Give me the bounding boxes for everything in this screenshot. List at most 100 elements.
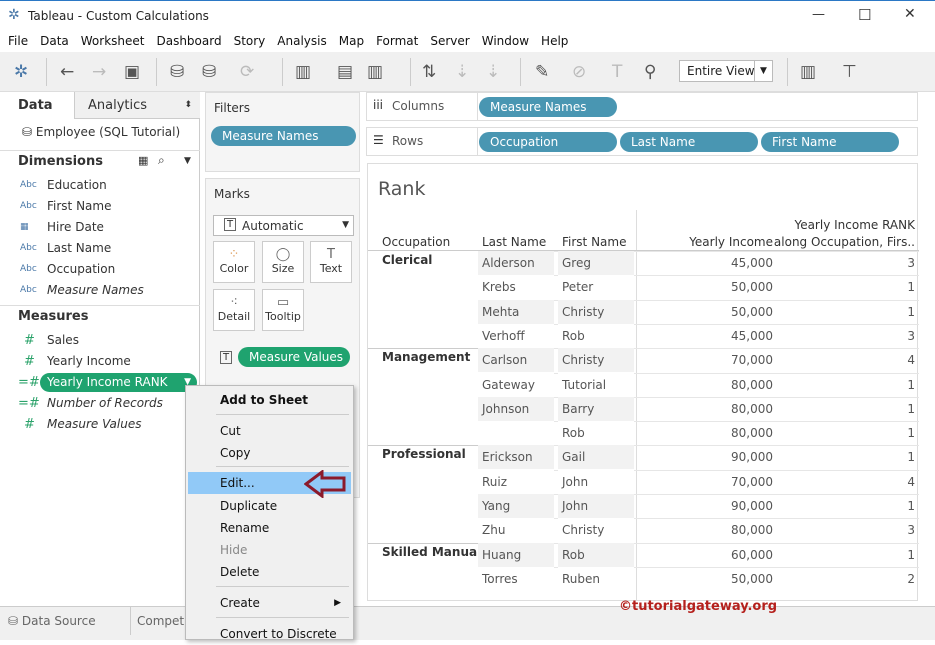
menu-map[interactable]: Map xyxy=(339,34,364,48)
color-button[interactable]: ⁘ Color xyxy=(213,241,255,283)
sheet-title: Rank xyxy=(378,178,426,200)
duplicate-sheet-icon[interactable]: ▤ xyxy=(337,62,353,82)
view-cards-icon[interactable]: ▦ xyxy=(138,154,148,167)
menu-worksheet[interactable]: Worksheet xyxy=(81,34,145,48)
string-type-icon: Abc xyxy=(20,243,37,253)
menu-window[interactable]: Window xyxy=(482,34,529,48)
mark-type-dropdown[interactable]: T Automatic ▼ xyxy=(213,215,354,236)
new-datasource-icon[interactable]: ⛁ xyxy=(170,62,184,82)
data-source-tab[interactable]: ⛁ Data Source xyxy=(0,607,131,635)
group-icon[interactable]: ⊘ xyxy=(572,62,586,82)
datasource-name: Employee (SQL Tutorial) xyxy=(35,125,181,139)
measure-item[interactable]: # Yearly Income xyxy=(0,351,200,372)
minimize-button[interactable]: — xyxy=(812,7,825,22)
maximize-button[interactable]: ☐ xyxy=(858,6,871,24)
string-type-icon: Abc xyxy=(20,201,37,211)
menu-data[interactable]: Data xyxy=(40,34,69,48)
tooltip-label: Tooltip xyxy=(265,310,301,323)
size-button[interactable]: ◯ Size xyxy=(262,241,304,283)
last-name-cell: Huang xyxy=(478,542,554,567)
rank-cell: 3 xyxy=(907,328,915,343)
datasource-item[interactable]: ⛁ Employee (SQL Tutorial) xyxy=(22,125,180,139)
dimension-item[interactable]: Abc Last Name xyxy=(0,238,200,259)
tableau-home-icon[interactable]: ✲ xyxy=(14,62,28,82)
new-worksheet-icon[interactable]: ▥ xyxy=(295,62,311,82)
menu-bar: File Data Worksheet Dashboard Story Analysis M… xyxy=(0,31,935,52)
refresh-icon[interactable]: ⟳ xyxy=(240,62,254,82)
menu-item-convert-to-discrete[interactable]: Convert to Discrete xyxy=(188,623,351,645)
database-icon: ⛁ xyxy=(8,614,19,628)
tooltip-button[interactable]: ▭ Tooltip xyxy=(262,289,304,331)
measure-item[interactable]: =# Number of Records xyxy=(0,393,200,414)
close-button[interactable]: ✕ xyxy=(904,6,916,22)
highlight-icon[interactable]: ✎ xyxy=(535,62,549,82)
yearly-income-cell: 90,000 xyxy=(731,499,773,513)
menu-story[interactable]: Story xyxy=(234,34,266,48)
measure-item[interactable]: # Measure Values xyxy=(0,414,200,435)
measure-item[interactable]: # Sales xyxy=(0,330,200,351)
selected-field-pill[interactable]: Yearly Income RANK ▼ xyxy=(40,373,197,392)
string-type-icon: Abc xyxy=(20,264,37,274)
pause-updates-icon[interactable]: ⛁ xyxy=(202,62,216,82)
clear-sheet-icon[interactable]: ▥ xyxy=(367,62,383,82)
menu-item-rename[interactable]: Rename xyxy=(188,517,351,539)
last-name-cell: Krebs xyxy=(478,275,554,300)
dimension-item[interactable]: Abc Education xyxy=(0,175,200,196)
fit-dropdown[interactable]: Entire View ▼ xyxy=(679,60,773,82)
sort-ascending-icon[interactable]: ⇣ xyxy=(455,62,469,82)
tab-analytics[interactable]: Analytics ⬍ xyxy=(74,92,200,119)
sheet-tab[interactable]: Competi xyxy=(137,614,187,628)
menu-item-add-to-sheet[interactable]: Add to Sheet xyxy=(188,389,351,411)
show-me-icon[interactable]: ▥ xyxy=(800,62,816,82)
sort-descending-icon[interactable]: ⇣ xyxy=(486,62,500,82)
menu-format[interactable]: Format xyxy=(376,34,418,48)
labels-icon[interactable]: T xyxy=(612,62,622,82)
tab-data[interactable]: Data xyxy=(0,92,74,119)
dimension-label: Last Name xyxy=(47,241,112,255)
menu-separator xyxy=(216,617,349,618)
rank-cell: 4 xyxy=(907,353,915,368)
save-icon[interactable]: ▣ xyxy=(124,62,140,82)
columns-pill[interactable]: Measure Names xyxy=(479,97,617,117)
submenu-arrow-icon: ▶ xyxy=(334,598,341,608)
search-icon[interactable]: ⌕ xyxy=(158,153,165,168)
menu-server[interactable]: Server xyxy=(430,34,469,48)
rank-cell: 1 xyxy=(907,304,915,319)
rows-pill-first-name[interactable]: First Name xyxy=(761,132,899,152)
text-icon: T xyxy=(327,247,335,262)
menu-item-create[interactable]: Create ▶ xyxy=(188,592,351,614)
presentation-icon[interactable]: ⊤ xyxy=(842,62,857,82)
last-name-cell: Alderson xyxy=(478,251,554,275)
filter-pill[interactable]: Measure Names xyxy=(211,126,356,146)
text-button[interactable]: T Text xyxy=(310,241,352,283)
first-name-cell: Rob xyxy=(558,542,634,567)
dimension-item[interactable]: ▦ Hire Date xyxy=(0,217,200,238)
dimension-item[interactable]: Abc First Name xyxy=(0,196,200,217)
detail-button[interactable]: ⁖ Detail xyxy=(213,289,255,331)
chevron-down-icon[interactable]: ▼ xyxy=(184,156,191,166)
dimensions-title: Dimensions xyxy=(18,154,103,169)
back-icon[interactable]: ← xyxy=(60,62,74,82)
measure-values-pill[interactable]: Measure Values xyxy=(238,347,350,367)
measure-icon: # xyxy=(24,417,35,432)
column-header: along Occupation, Firs.. xyxy=(773,235,915,249)
rows-pill-occupation[interactable]: Occupation xyxy=(479,132,617,152)
menu-item-copy[interactable]: Copy xyxy=(188,442,351,464)
rows-pill-last-name[interactable]: Last Name xyxy=(620,132,758,152)
menu-help[interactable]: Help xyxy=(541,34,568,48)
menu-item-duplicate[interactable]: Duplicate xyxy=(188,495,351,517)
menu-item-cut[interactable]: Cut xyxy=(188,420,351,442)
forward-icon[interactable]: → xyxy=(92,62,106,82)
dimension-item[interactable]: Abc Measure Names xyxy=(0,280,200,301)
columns-shelf: iii Columns Measure Names xyxy=(366,92,918,121)
dimension-item[interactable]: Abc Occupation xyxy=(0,259,200,280)
menu-separator xyxy=(216,466,349,467)
rows-label: Rows xyxy=(392,134,424,148)
swap-icon[interactable]: ⇅ xyxy=(422,62,436,82)
measure-item[interactable]: =# Yearly Income RANK ▼ xyxy=(0,372,200,393)
menu-item-delete[interactable]: Delete xyxy=(188,561,351,583)
pin-icon[interactable]: ⚲ xyxy=(644,62,656,82)
menu-analysis[interactable]: Analysis xyxy=(277,34,326,48)
menu-dashboard[interactable]: Dashboard xyxy=(156,34,221,48)
menu-file[interactable]: File xyxy=(8,34,28,48)
